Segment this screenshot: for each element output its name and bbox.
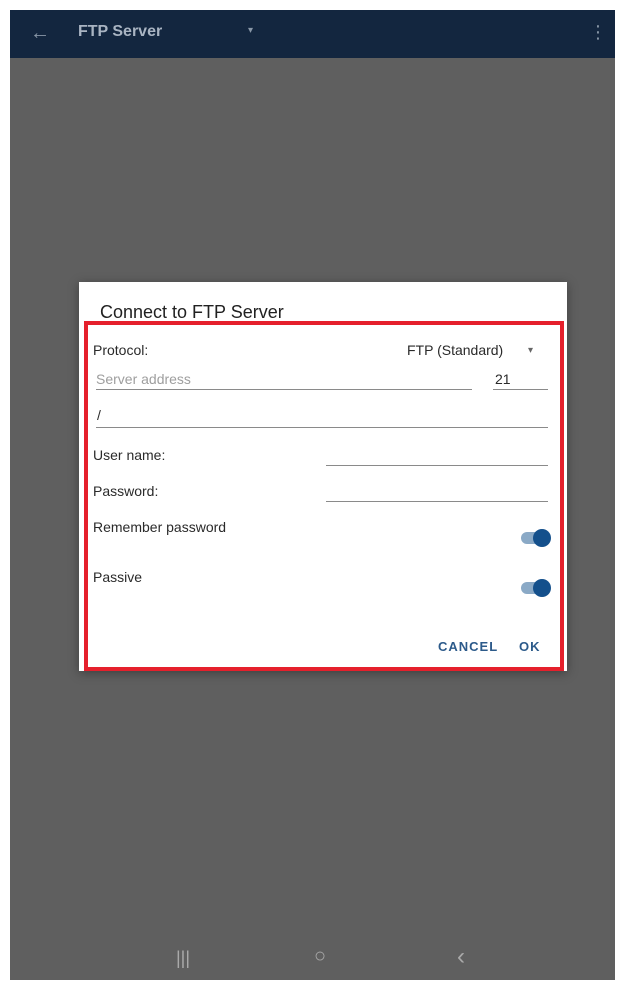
back-icon[interactable]: ‹: [457, 943, 465, 971]
toggle-thumb: [533, 579, 551, 597]
toggle-thumb: [533, 529, 551, 547]
protocol-label: Protocol:: [93, 342, 149, 358]
passive-toggle[interactable]: [519, 579, 551, 597]
dialog-title: Connect to FTP Server: [100, 302, 284, 322]
more-options-icon[interactable]: ⋮: [589, 22, 607, 43]
password-underline: [326, 501, 548, 502]
username-underline: [326, 465, 548, 466]
port-underline: [493, 389, 548, 390]
remember-password-toggle[interactable]: [519, 529, 551, 547]
server-address-input[interactable]: Server address: [96, 371, 191, 387]
username-label: User name:: [93, 447, 166, 463]
chevron-down-icon[interactable]: ▾: [528, 345, 533, 356]
port-input[interactable]: 21: [495, 371, 511, 387]
ok-button[interactable]: OK: [519, 639, 541, 654]
password-label: Password:: [93, 483, 159, 499]
home-icon[interactable]: ○: [314, 945, 326, 968]
protocol-select[interactable]: FTP (Standard): [407, 342, 503, 358]
app-bar: ← FTP Server ▾ ⋮: [10, 10, 615, 58]
passive-label: Passive: [93, 569, 143, 585]
path-input[interactable]: /: [97, 407, 101, 423]
app-title: FTP Server: [78, 23, 163, 40]
recent-apps-icon[interactable]: |||: [176, 948, 190, 969]
cancel-button[interactable]: CANCEL: [438, 639, 498, 654]
path-underline: [96, 427, 548, 428]
screen: ← FTP Server ▾ ⋮ Connect to FTP Server P…: [10, 10, 615, 980]
connect-dialog: Connect to FTP Server Protocol: FTP (Sta…: [79, 282, 567, 671]
chevron-down-icon[interactable]: ▾: [248, 25, 253, 36]
back-arrow-icon[interactable]: ←: [30, 22, 50, 45]
system-nav-bar: ||| ○ ‹: [10, 940, 615, 980]
server-address-underline: [96, 389, 472, 390]
remember-password-label: Remember password: [93, 519, 227, 535]
